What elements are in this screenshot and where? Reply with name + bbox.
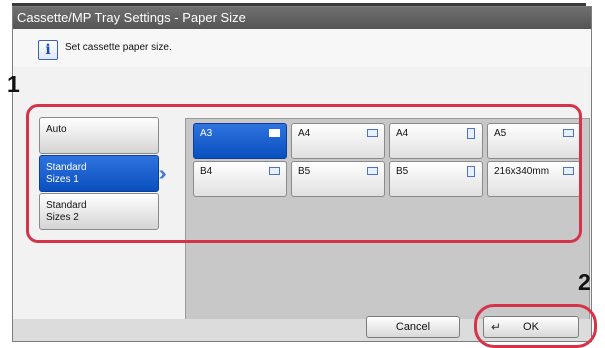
message-area: i Set cassette paper size. — [13, 29, 591, 67]
callout-highlight-1 — [26, 104, 582, 243]
info-icon: i — [38, 40, 58, 60]
callout-highlight-2 — [474, 304, 597, 348]
callout-number-1: 1 — [7, 71, 20, 97]
window-title: Cassette/MP Tray Settings - Paper Size — [13, 7, 591, 29]
callout-number-2: 2 — [578, 269, 591, 295]
cancel-button[interactable]: Cancel — [366, 316, 460, 338]
message-text: Set cassette paper size. — [65, 42, 172, 53]
